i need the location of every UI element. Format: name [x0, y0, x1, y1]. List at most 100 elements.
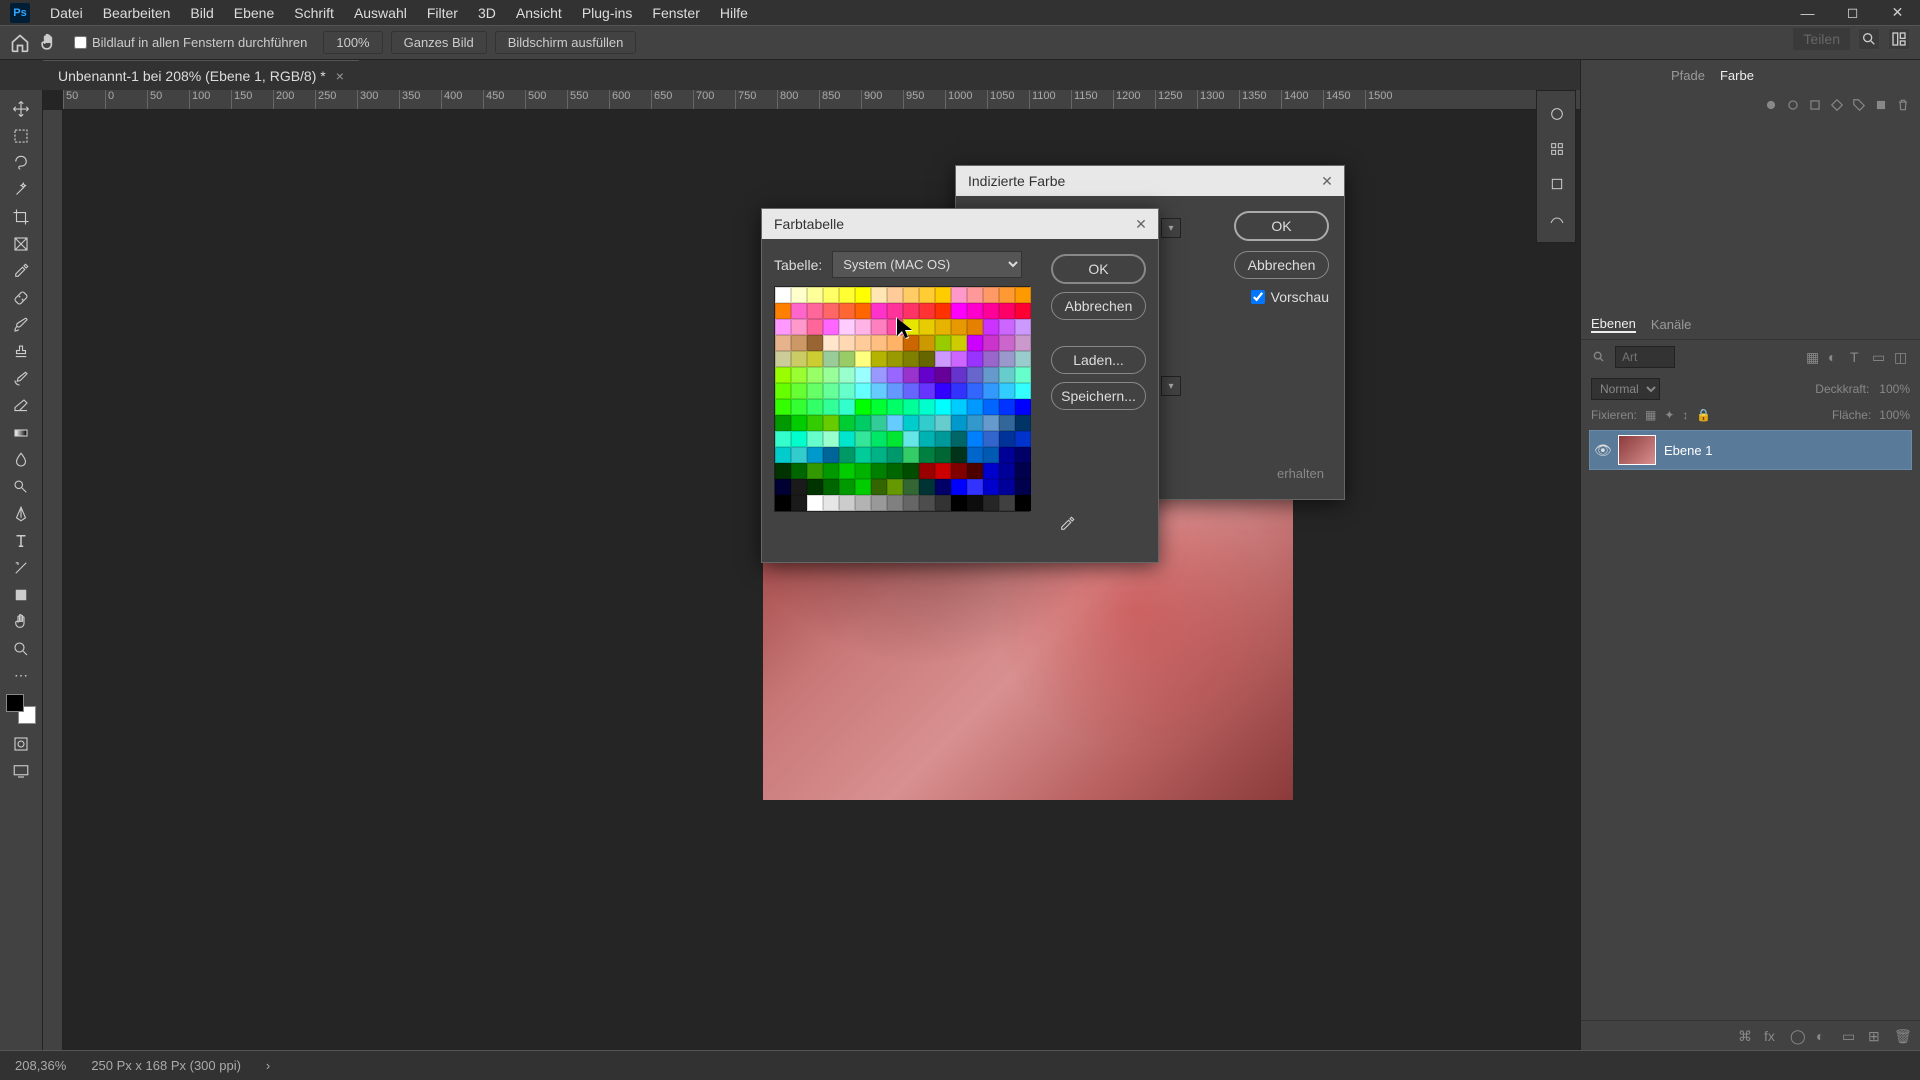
hand-tool-icon[interactable] [6, 608, 36, 635]
color-swatch[interactable] [1015, 415, 1031, 431]
color-swatch[interactable] [839, 447, 855, 463]
color-swatch[interactable] [935, 319, 951, 335]
color-swatch[interactable] [855, 335, 871, 351]
color-swatch[interactable] [919, 463, 935, 479]
tab-paths[interactable]: Pfade [1671, 68, 1705, 83]
menu-item[interactable]: Schrift [284, 1, 344, 25]
color-swatch[interactable] [855, 287, 871, 303]
delete-layer-icon[interactable]: 🗑 [1894, 1028, 1910, 1044]
color-swatch[interactable] [935, 351, 951, 367]
color-swatch[interactable] [999, 399, 1015, 415]
color-swatch[interactable] [823, 399, 839, 415]
color-swatch[interactable] [919, 415, 935, 431]
menu-item[interactable]: Ansicht [506, 1, 572, 25]
color-swatch[interactable] [919, 431, 935, 447]
color-swatch[interactable] [903, 447, 919, 463]
color-swatch[interactable] [919, 367, 935, 383]
color-swatch[interactable] [855, 415, 871, 431]
tab-channels[interactable]: Kanäle [1651, 317, 1691, 332]
edit-toolbar-icon[interactable]: ⋯ [6, 662, 36, 689]
color-swatch[interactable] [935, 335, 951, 351]
color-swatch[interactable] [871, 399, 887, 415]
blur-tool-icon[interactable] [6, 446, 36, 473]
share-button[interactable]: Teilen [1793, 28, 1850, 50]
color-swatch[interactable] [823, 479, 839, 495]
color-swatch[interactable] [967, 335, 983, 351]
menu-item[interactable]: Filter [417, 1, 468, 25]
color-swatch[interactable] [935, 367, 951, 383]
color-swatch[interactable] [1015, 479, 1031, 495]
color-swatch[interactable] [887, 335, 903, 351]
color-swatch[interactable] [999, 319, 1015, 335]
color-swatch[interactable] [919, 303, 935, 319]
color-swatch[interactable] [903, 319, 919, 335]
color-swatch[interactable] [807, 479, 823, 495]
visibility-icon[interactable]: 👁 [1594, 442, 1610, 459]
color-swatch[interactable] [871, 495, 887, 511]
color-swatch[interactable] [983, 351, 999, 367]
color-swatch[interactable] [855, 447, 871, 463]
color-swatch[interactable] [823, 319, 839, 335]
color-swatch[interactable] [807, 319, 823, 335]
cancel-button[interactable]: Abbrechen [1234, 251, 1329, 279]
color-swatch[interactable] [967, 303, 983, 319]
color-swatch[interactable] [919, 287, 935, 303]
color-swatch[interactable] [791, 383, 807, 399]
color-swatch[interactable] [823, 431, 839, 447]
color-panel-icon[interactable] [1542, 99, 1572, 129]
color-swatch[interactable] [935, 383, 951, 399]
color-swatch[interactable] [999, 495, 1015, 511]
color-swatch[interactable] [951, 415, 967, 431]
color-swatch[interactable] [775, 335, 791, 351]
stamp-tool-icon[interactable] [6, 338, 36, 365]
color-swatch[interactable] [967, 319, 983, 335]
color-swatch[interactable] [999, 351, 1015, 367]
search-icon[interactable] [1591, 349, 1607, 365]
color-swatch[interactable] [919, 399, 935, 415]
color-swatch[interactable] [807, 335, 823, 351]
color-swatch[interactable] [903, 335, 919, 351]
color-swatch[interactable] [887, 367, 903, 383]
color-swatch[interactable] [823, 367, 839, 383]
color-swatch[interactable] [919, 479, 935, 495]
color-swatch[interactable] [887, 495, 903, 511]
color-swatch[interactable] [967, 367, 983, 383]
menu-item[interactable]: Auswahl [344, 1, 417, 25]
color-swatch[interactable] [999, 431, 1015, 447]
color-swatch[interactable] [983, 463, 999, 479]
maximize-icon[interactable]: ◻ [1830, 0, 1875, 25]
color-swatch[interactable] [887, 303, 903, 319]
filter-pixel-icon[interactable]: ▦ [1806, 349, 1822, 365]
workspace-icon[interactable] [1888, 28, 1910, 50]
color-swatch[interactable] [807, 447, 823, 463]
color-swatch[interactable] [951, 431, 967, 447]
filter-smart-icon[interactable]: ◫ [1894, 349, 1910, 365]
type-tool-icon[interactable] [6, 527, 36, 554]
circle-outline-icon[interactable] [1786, 98, 1800, 112]
tag-icon[interactable] [1852, 98, 1866, 112]
color-swatch[interactable] [1015, 399, 1031, 415]
color-swatch[interactable] [951, 399, 967, 415]
color-swatch[interactable] [807, 367, 823, 383]
table-select[interactable]: System (MAC OS) [832, 251, 1022, 278]
color-swatch[interactable] [1015, 431, 1031, 447]
layer-thumbnail[interactable] [1618, 435, 1656, 465]
color-swatch[interactable] [839, 383, 855, 399]
color-swatch[interactable] [887, 463, 903, 479]
quickmask-icon[interactable] [6, 730, 36, 757]
color-swatch[interactable] [791, 367, 807, 383]
color-swatch[interactable] [823, 335, 839, 351]
color-swatch[interactable] [775, 479, 791, 495]
crop-tool-icon[interactable] [6, 203, 36, 230]
color-swatch[interactable] [807, 303, 823, 319]
color-swatch[interactable] [967, 495, 983, 511]
group-icon[interactable]: ▭ [1842, 1028, 1858, 1044]
color-swatch[interactable] [967, 287, 983, 303]
color-swatch[interactable] [775, 287, 791, 303]
lock-pixels-icon[interactable]: ↕ [1682, 408, 1688, 422]
lasso-tool-icon[interactable] [6, 149, 36, 176]
color-swatch[interactable] [839, 367, 855, 383]
menu-item[interactable]: Plug-ins [572, 1, 643, 25]
color-swatch[interactable] [903, 303, 919, 319]
document-info[interactable]: 250 Px x 168 Px (300 ppi) [91, 1058, 241, 1073]
